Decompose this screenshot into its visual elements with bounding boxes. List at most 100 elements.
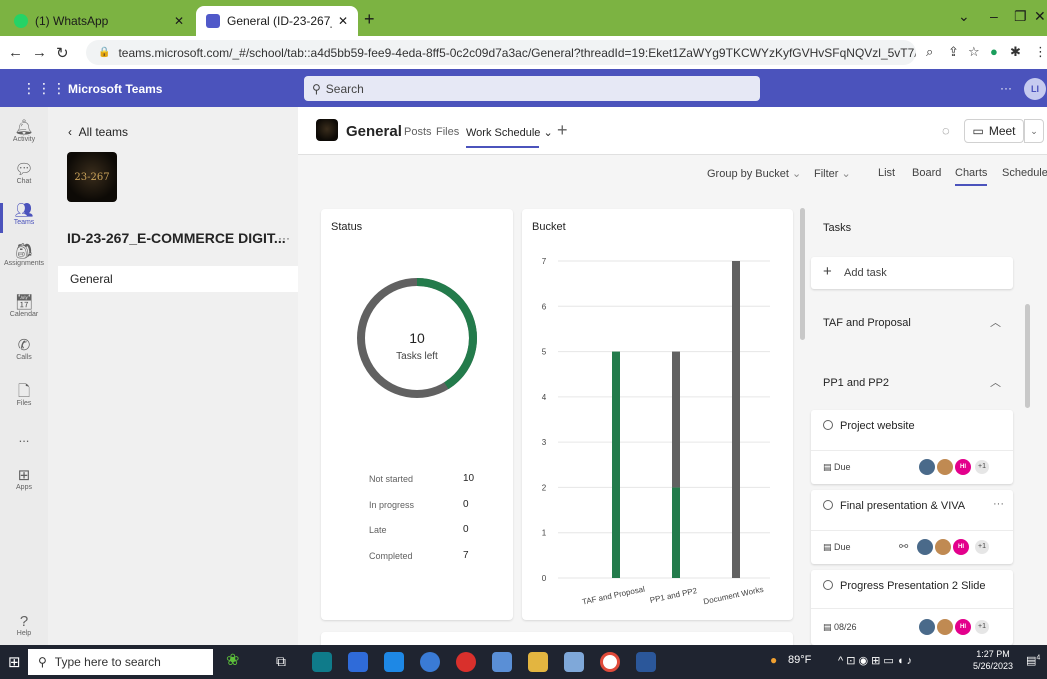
team-more-icon[interactable]: ··· [278,231,290,245]
meet-dropdown[interactable]: ⌄ [1024,119,1044,143]
view-board[interactable]: Board [912,167,941,179]
rail-item-teams[interactable]: 👥︎ Teams [0,203,48,233]
search-icon: ⚲ [38,655,47,669]
y-tick-label: 2 [542,483,547,492]
add-tab-button[interactable]: + [557,120,568,141]
app-icon[interactable] [564,652,584,672]
view-charts[interactable]: Charts [955,167,988,186]
file-explorer-icon[interactable] [528,652,548,672]
status-title: Status [331,221,363,233]
rail-item-files[interactable]: 🗋 Files [0,384,48,408]
task-more-icon[interactable]: ··· [993,498,1004,510]
rail-item-calendar[interactable]: 📅︎ Calendar [0,295,48,319]
assign-icon[interactable]: ⚯ [899,540,908,553]
app-icon[interactable] [492,652,512,672]
close-window-button[interactable]: ✕ [1034,8,1046,25]
store-icon[interactable] [348,652,368,672]
star-icon[interactable]: ☆ [968,44,980,60]
rail-item-help[interactable]: ? Help [0,614,48,638]
weather-widget-icon[interactable]: ❀ [226,650,239,670]
avatar [917,539,933,555]
filter-dropdown[interactable]: Filter ⌄ [814,167,851,180]
all-teams-link[interactable]: ‹ All teams [68,125,128,139]
bucket-chart: 0 1 2 3 4 5 6 7 TAF and Proposal PP1 and PP2 Docum… [542,257,770,607]
tab-files[interactable]: Files [436,126,459,138]
app-title: Microsoft Teams [68,82,163,96]
rail-item-more[interactable]: ... [0,430,48,445]
plus-icon: + [823,263,832,280]
channel-item-general[interactable]: General [58,266,298,292]
share-icon[interactable]: ⇪ [948,44,959,60]
menu-dots-icon[interactable]: ⋮ [1034,44,1047,60]
rail-item-activity[interactable]: 🔔︎ Activity [0,119,48,144]
search-input[interactable]: ⚲ Search [304,76,760,101]
lock-icon: 🔒 [98,47,111,58]
windows-start-icon[interactable]: ⊞ [8,653,21,671]
tab-work-schedule[interactable]: Work Schedule ⌄ [466,126,553,148]
view-list[interactable]: List [878,167,895,179]
weather-temp[interactable]: 89°F [788,654,811,666]
group-by-dropdown[interactable]: Group by Bucket ⌄ [707,167,801,180]
meet-button[interactable]: ▭ Meet [964,119,1024,143]
more-options-icon[interactable]: ··· [1000,81,1012,95]
reload-icon[interactable]: ↻ [56,44,69,62]
notification-icon[interactable]: ▤4 [1026,654,1040,667]
new-tab-button[interactable]: + [364,9,375,30]
status-value-not-started: 10 [463,473,475,484]
conversation-icon[interactable]: ◌ [942,123,950,138]
clock[interactable]: 1:27 PM 5/26/2023 [973,648,1013,672]
view-schedule[interactable]: Schedule [1002,167,1047,179]
avatar [937,459,953,475]
avatar [919,459,935,475]
zoom-icon[interactable]: ⌕ [926,44,933,60]
app-rail [0,107,48,645]
edge-icon[interactable] [312,652,332,672]
minimize-button[interactable]: – [990,8,998,24]
chevron-down-icon[interactable]: ⌄ [958,8,970,25]
add-task-button[interactable]: + Add task [811,257,1013,289]
forward-icon[interactable]: → [32,44,47,61]
bell-icon: 🔔︎ [14,119,34,136]
task-card[interactable]: Progress Presentation 2 Slide ▤ 08/26 HI… [811,570,1013,645]
extension-icon[interactable]: ● [990,44,998,59]
whatsapp-icon [14,14,28,28]
chevron-up-icon[interactable]: ︿ [990,374,1001,390]
restore-button[interactable]: ❐ [1014,8,1027,25]
task-view-icon[interactable]: ⧉ [276,653,286,670]
rail-item-calls[interactable]: ✆ Calls [0,338,48,362]
complete-circle-icon[interactable] [823,420,833,430]
avatar: HI [953,539,969,555]
avatar[interactable]: LI [1024,78,1046,100]
puzzle-icon[interactable]: ✱ [1010,44,1021,60]
task-card[interactable]: Project website ▤ Due HI +1 [811,410,1013,484]
close-icon[interactable]: ✕ [338,14,348,28]
y-tick-label: 4 [542,393,547,402]
opera-icon[interactable] [456,652,476,672]
task-card[interactable]: Final presentation & VIVA ··· ▤ Due ⚯ HI… [811,490,1013,564]
word-icon[interactable] [636,652,656,672]
app-icon[interactable] [420,652,440,672]
app-launcher-icon[interactable]: ⋮⋮⋮ [22,80,67,97]
taskbar-search-input[interactable]: ⚲ Type here to search [28,649,213,675]
task-title: Progress Presentation 2 Slide [823,580,986,592]
rail-item-assignments[interactable]: 🎒︎ Assignments [0,244,48,268]
x-tick-label: Document Works [703,585,765,607]
back-icon[interactable]: ← [8,44,23,61]
due-label: ▤ 08/26 [823,622,857,632]
rail-item-apps[interactable]: ⊞ Apps [0,468,48,492]
url-field[interactable]: 🔒 teams.microsoft.com/_#/school/tab::a4d… [86,40,916,65]
close-icon[interactable]: ✕ [174,14,184,28]
browser-tab-whatsapp[interactable]: (1) WhatsApp ✕ [4,6,194,36]
charts-scrollbar[interactable] [800,208,805,340]
complete-circle-icon[interactable] [823,500,833,510]
tab-posts[interactable]: Posts [404,126,432,138]
chevron-up-icon[interactable]: ︿ [990,314,1001,330]
tasks-scrollbar[interactable] [1025,304,1030,408]
mail-icon[interactable] [384,652,404,672]
tray-icons[interactable]: ^ ⊡ ◉ ⊞ ▭ ◖ ♪ [838,654,912,667]
rail-item-chat[interactable]: 💬︎ Chat [0,162,48,186]
browser-tab-teams[interactable]: General (ID-23-267_E-COMMER ✕ [196,6,358,36]
y-tick-label: 6 [542,302,547,311]
complete-circle-icon[interactable] [823,580,833,590]
chrome-icon[interactable] [600,652,620,672]
